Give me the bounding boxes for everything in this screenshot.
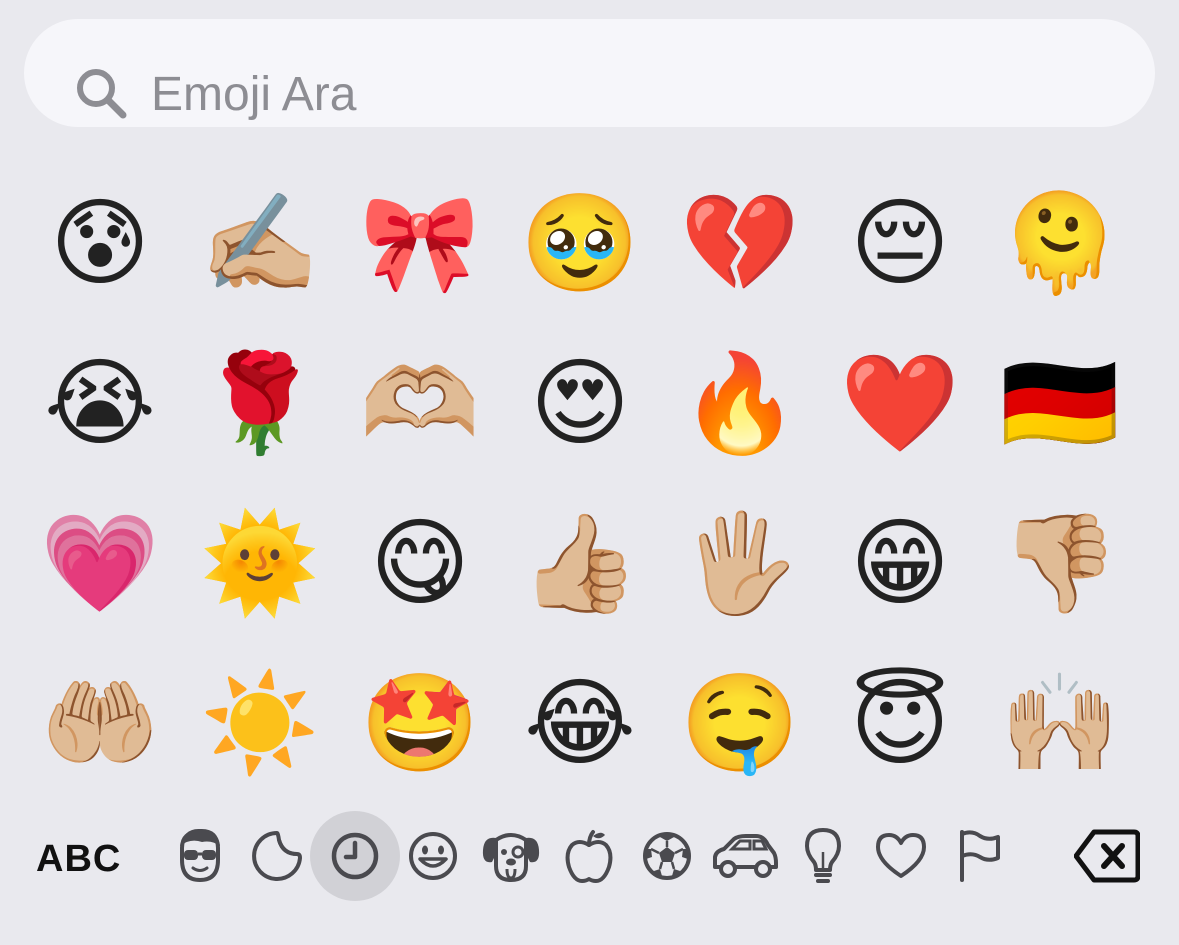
emoji-key[interactable]: 😋	[340, 483, 500, 643]
dog-face-icon[interactable]	[466, 811, 556, 901]
emoji-key[interactable]: 😁	[820, 483, 980, 643]
emoji-key[interactable]: ☀️	[180, 643, 340, 803]
emoji-key[interactable]: 🤤	[660, 643, 820, 803]
emoji-key[interactable]: 🇩🇪	[980, 323, 1140, 483]
emoji-key[interactable]: 🌹	[180, 323, 340, 483]
heart-symbols-icon[interactable]	[856, 811, 946, 901]
emoji-key[interactable]: 😇	[820, 643, 980, 803]
emoji-key[interactable]: 🔥	[660, 323, 820, 483]
delete-backspace-icon[interactable]	[1073, 828, 1141, 884]
emoji-key[interactable]: 👍🏼	[500, 483, 660, 643]
emoji-key[interactable]: 🫠	[980, 163, 1140, 323]
emoji-key[interactable]: 🎀	[340, 163, 500, 323]
emoji-key[interactable]: 😭	[20, 323, 180, 483]
emoji-key[interactable]: 💔	[660, 163, 820, 323]
emoji-key[interactable]: ❤️	[820, 323, 980, 483]
emoji-key[interactable]: 🤲🏼	[20, 643, 180, 803]
emoji-key[interactable]: 🖐🏼	[660, 483, 820, 643]
emoji-key[interactable]: 💗	[20, 483, 180, 643]
search-icon	[75, 67, 129, 125]
emoji-key[interactable]: 👎🏼	[980, 483, 1140, 643]
clock-recent-icon[interactable]	[310, 811, 400, 901]
emoji-key[interactable]: 😂	[500, 643, 660, 803]
emoji-category-bar: ABC	[0, 808, 1179, 904]
emoji-search-field[interactable]: Emoji Ara	[24, 19, 1155, 127]
search-placeholder: Emoji Ara	[151, 68, 357, 121]
emoji-key[interactable]: 🥹	[500, 163, 660, 323]
emoji-key[interactable]: 🌞	[180, 483, 340, 643]
emoji-key[interactable]: 😰	[20, 163, 180, 323]
car-icon[interactable]	[700, 811, 790, 901]
sticker-icon[interactable]	[232, 811, 322, 901]
smiley-icon[interactable]	[388, 811, 478, 901]
emoji-key[interactable]: 🙌🏼	[980, 643, 1140, 803]
abc-keyboard-button[interactable]: ABC	[36, 838, 121, 881]
emoji-key[interactable]: 🤩	[340, 643, 500, 803]
emoji-key[interactable]: 😔	[820, 163, 980, 323]
emoji-grid: 😰 ✍🏼 🎀 🥹 💔 😔 🫠 😭 🌹 🫶🏼 😍 🔥 ❤️ 🇩🇪 💗 🌞 😋 👍🏼…	[20, 163, 1160, 803]
apple-food-icon[interactable]	[544, 811, 634, 901]
flag-icon[interactable]	[934, 811, 1024, 901]
soccer-ball-icon[interactable]	[622, 811, 712, 901]
emoji-key[interactable]: ✍🏼	[180, 163, 340, 323]
emoji-key[interactable]: 😍	[500, 323, 660, 483]
emoji-key[interactable]: 🫶🏼	[340, 323, 500, 483]
lightbulb-icon[interactable]	[778, 811, 868, 901]
